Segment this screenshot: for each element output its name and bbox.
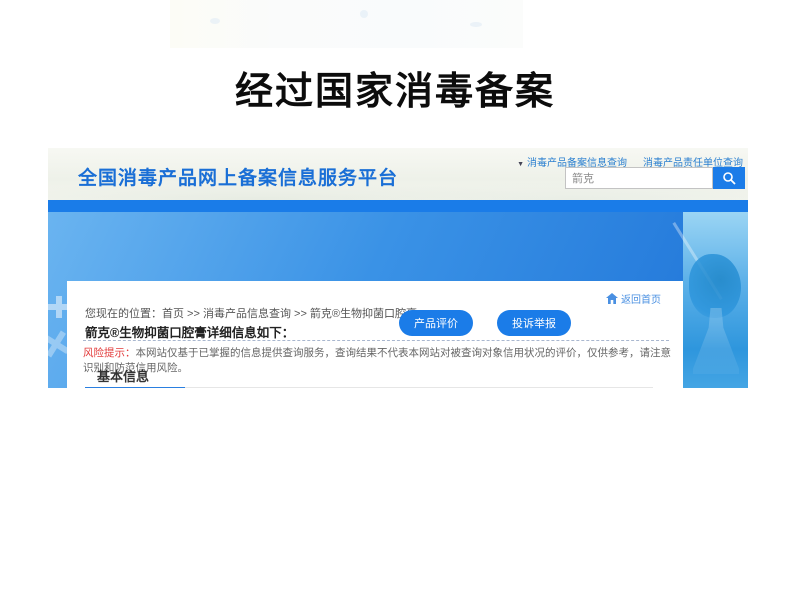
- section-divider: [85, 387, 653, 388]
- faded-banner-image: [170, 0, 523, 48]
- site-header: 全国消毒产品网上备案信息服务平台 ▼ 消毒产品备案信息查询 消毒产品责任单位查询: [48, 148, 748, 200]
- content-card: 返回首页 您现在的位置：首页 >> 消毒产品信息查询 >> 箭克®生物抑菌口腔膏…: [67, 281, 683, 388]
- search-icon: [723, 172, 736, 185]
- complaint-report-button[interactable]: 投诉举报: [497, 310, 571, 336]
- website-screenshot: 全国消毒产品网上备案信息服务平台 ▼消毒产品备案信息查询 消毒产品责任单位查询: [48, 148, 748, 603]
- home-icon: [606, 293, 618, 304]
- risk-text: 本网站仅基于已掌握的信息提供查询服务，查询结果不代表本网站对被查询对象信用状况的…: [83, 347, 671, 374]
- nav-bar: [48, 200, 748, 212]
- search-button[interactable]: [713, 167, 745, 189]
- product-review-button[interactable]: 产品评价: [399, 310, 473, 336]
- back-home-link[interactable]: 返回首页: [606, 291, 661, 306]
- detail-heading: 箭克®生物抑菌口腔膏详细信息如下：: [85, 326, 295, 340]
- action-buttons: 产品评价 投诉举报: [399, 310, 571, 336]
- section-title: 基本信息: [97, 369, 150, 384]
- search-input[interactable]: [565, 167, 713, 189]
- dropdown-arrow-icon: ▼: [517, 161, 524, 168]
- page-background-band: 返回首页 您现在的位置：首页 >> 消毒产品信息查询 >> 箭克®生物抑菌口腔膏…: [48, 212, 748, 388]
- dashed-divider: [83, 340, 669, 341]
- search-bar: [565, 167, 745, 189]
- site-title: 全国消毒产品网上备案信息服务平台: [78, 168, 399, 189]
- risk-label: 风险提示：: [83, 347, 136, 359]
- lab-photo: [672, 212, 748, 388]
- breadcrumb: 您现在的位置：首页 >> 消毒产品信息查询 >> 箭克®生物抑菌口腔膏: [85, 308, 418, 320]
- flask-icon: [693, 308, 739, 374]
- risk-notice: 风险提示：本网站仅基于已掌握的信息提供查询服务，查询结果不代表本网站对被查询对象…: [83, 345, 673, 375]
- page-title: 经过国家消毒备案: [234, 71, 555, 113]
